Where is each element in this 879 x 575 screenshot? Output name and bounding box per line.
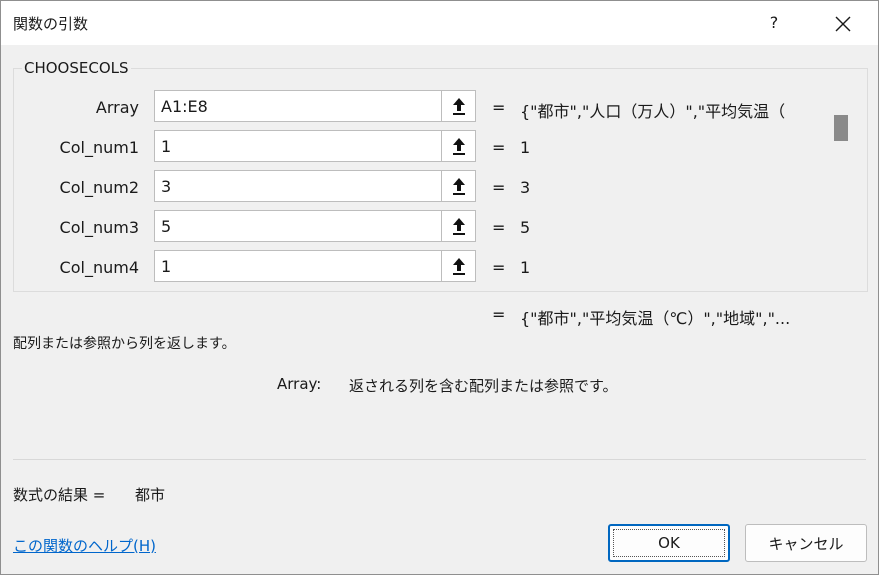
argument-input-col-num3[interactable]: 5: [154, 210, 441, 242]
help-button[interactable]: ?: [759, 9, 789, 37]
formula-result-label: 数式の結果 =: [13, 486, 106, 504]
argument-result: 1: [520, 138, 531, 157]
argument-result: 5: [520, 218, 531, 237]
argument-input-col-num4[interactable]: 1: [154, 250, 441, 282]
argument-row-col-num4: Col_num4 1 = 1: [1, 250, 831, 284]
argument-row-col-num2: Col_num2 3 = 3: [1, 170, 831, 204]
argument-label: Col_num2: [59, 178, 139, 197]
argument-description-text: 返される列を含む配列または参照です。: [349, 377, 618, 395]
collapse-dialog-button[interactable]: [441, 250, 476, 282]
argument-result: 3: [520, 178, 531, 197]
argument-label: Col_num4: [59, 258, 139, 277]
argument-input-col-num2[interactable]: 3: [154, 170, 441, 202]
argument-description-label: Array:: [277, 375, 322, 393]
argument-label: Array: [95, 98, 139, 117]
collapse-dialog-arrow-icon: [452, 258, 465, 275]
ok-button-label: OK: [613, 529, 725, 557]
collapse-dialog-arrow-icon: [452, 98, 465, 115]
argument-row-col-num1: Col_num1 1 = 1: [1, 130, 831, 164]
argument-input-col-num1[interactable]: 1: [154, 130, 441, 162]
ok-button[interactable]: OK: [608, 524, 730, 562]
collapse-dialog-arrow-icon: [452, 218, 465, 235]
title-bar: 関数の引数 ?: [1, 1, 878, 45]
argument-label: Col_num1: [59, 138, 139, 157]
divider: [13, 459, 866, 460]
function-arguments-dialog: 関数の引数 ? CHOOSECOLS Array A1:E8 = {"都市","…: [0, 0, 879, 575]
equals-sign: =: [492, 218, 506, 237]
function-name: CHOOSECOLS: [22, 59, 131, 77]
collapse-dialog-button[interactable]: [441, 210, 476, 242]
close-icon: [835, 16, 851, 31]
argument-result: {"都市","人口（万人）","平均気温（: [520, 102, 786, 121]
argument-row-col-num3: Col_num3 5 = 5: [1, 210, 831, 244]
argument-result: 1: [520, 258, 531, 277]
equals-sign: =: [492, 305, 506, 324]
arguments-scrollbar[interactable]: [827, 91, 848, 279]
equals-sign: =: [492, 178, 506, 197]
collapse-dialog-button[interactable]: [441, 90, 476, 122]
function-help-link[interactable]: この関数のヘルプ(H): [13, 535, 156, 556]
equals-sign: =: [492, 138, 506, 157]
argument-label: Col_num3: [59, 218, 139, 237]
collapse-dialog-arrow-icon: [452, 138, 465, 155]
equals-sign: =: [492, 98, 506, 117]
argument-input-array[interactable]: A1:E8: [154, 90, 441, 122]
close-button[interactable]: [825, 9, 861, 37]
dialog-title: 関数の引数: [13, 15, 89, 33]
scrollbar-thumb[interactable]: [834, 115, 848, 141]
function-result-preview: {"都市","平均気温（℃）","地域","...: [520, 309, 791, 328]
collapse-dialog-button[interactable]: [441, 130, 476, 162]
cancel-button[interactable]: キャンセル: [745, 524, 867, 562]
collapse-dialog-button[interactable]: [441, 170, 476, 202]
equals-sign: =: [492, 258, 506, 277]
collapse-dialog-arrow-icon: [452, 178, 465, 195]
argument-row-array: Array A1:E8 = {"都市","人口（万人）","平均気温（: [1, 90, 831, 124]
formula-result-value: 都市: [135, 486, 166, 504]
function-description: 配列または参照から列を返します。: [13, 336, 236, 352]
